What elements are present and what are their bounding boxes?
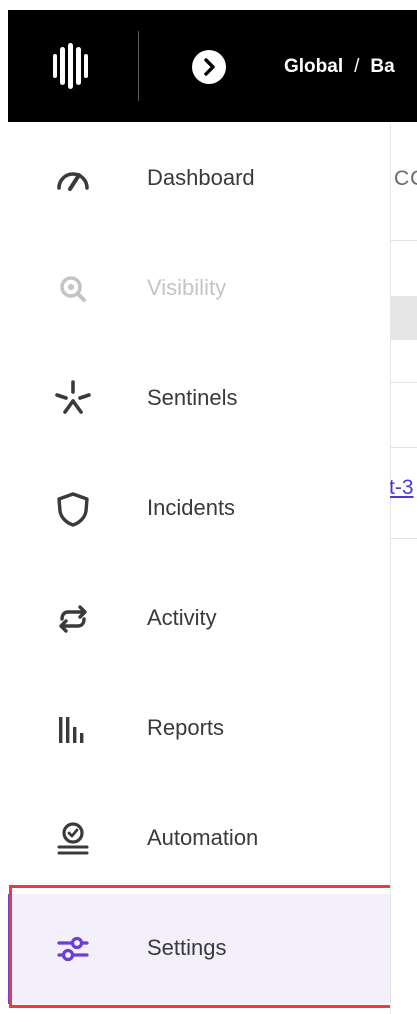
sidebar-item-label: Activity (147, 605, 217, 630)
bar-chart-icon (53, 709, 93, 749)
swap-arrows-icon (53, 599, 93, 639)
table-row-link[interactable]: t-3 (390, 476, 414, 500)
sidebar-item-visibility[interactable]: Visibility (8, 234, 390, 344)
automation-icon (53, 819, 93, 859)
sidebar-item-activity[interactable]: Activity (8, 564, 390, 674)
table-header-cell (390, 296, 417, 340)
content-header-fragment: CC (394, 167, 417, 190)
sidebar-nav: Dashboard Visibility Sentinels Incidents… (8, 124, 390, 1014)
sidebar-item-label: Reports (147, 715, 225, 740)
sentinel-star-icon (53, 379, 93, 419)
expand-sidebar-button[interactable] (192, 50, 226, 84)
sidebar-item-sentinels[interactable]: Sentinels (8, 344, 390, 454)
topbar-divider (138, 31, 139, 101)
sidebar-item-dashboard[interactable]: Dashboard (8, 124, 390, 234)
sidebar-item-label: Sentinels (147, 385, 238, 410)
sidebar-item-label: Visibility (147, 275, 227, 300)
sliders-icon (53, 929, 93, 969)
sidebar-item-label: Settings (147, 935, 227, 960)
shield-icon (53, 489, 93, 529)
table-divider (390, 538, 417, 539)
sidebar-item-reports[interactable]: Reports (8, 674, 390, 784)
chevron-right-circle-icon (204, 58, 215, 76)
breadcrumb-global[interactable]: Global (284, 56, 343, 77)
table-divider (390, 240, 417, 241)
table-divider (390, 382, 417, 383)
sidebar-item-settings[interactable]: Settings (8, 894, 390, 1004)
breadcrumb: Global / Ba (284, 53, 395, 81)
magnifier-icon (53, 269, 93, 309)
top-bar: Global / Ba (8, 10, 417, 122)
breadcrumb-account[interactable]: Ba (370, 56, 394, 77)
sidebar-item-automation[interactable]: Automation (8, 784, 390, 894)
main-content-peek: CC t-3 (390, 124, 417, 1014)
sentinelone-logo-icon[interactable] (50, 41, 90, 91)
speedometer-icon (53, 159, 93, 199)
sidebar-item-label: Dashboard (147, 165, 255, 190)
breadcrumb-separator: / (354, 56, 360, 77)
table-divider (390, 447, 417, 448)
sidebar-item-label: Incidents (147, 495, 236, 520)
content-divider (390, 124, 391, 1014)
app-page: Global / Ba Dashboard Visibility Sentine… (0, 0, 417, 1014)
sidebar-item-incidents[interactable]: Incidents (8, 454, 390, 564)
sidebar-item-label: Automation (147, 825, 259, 850)
